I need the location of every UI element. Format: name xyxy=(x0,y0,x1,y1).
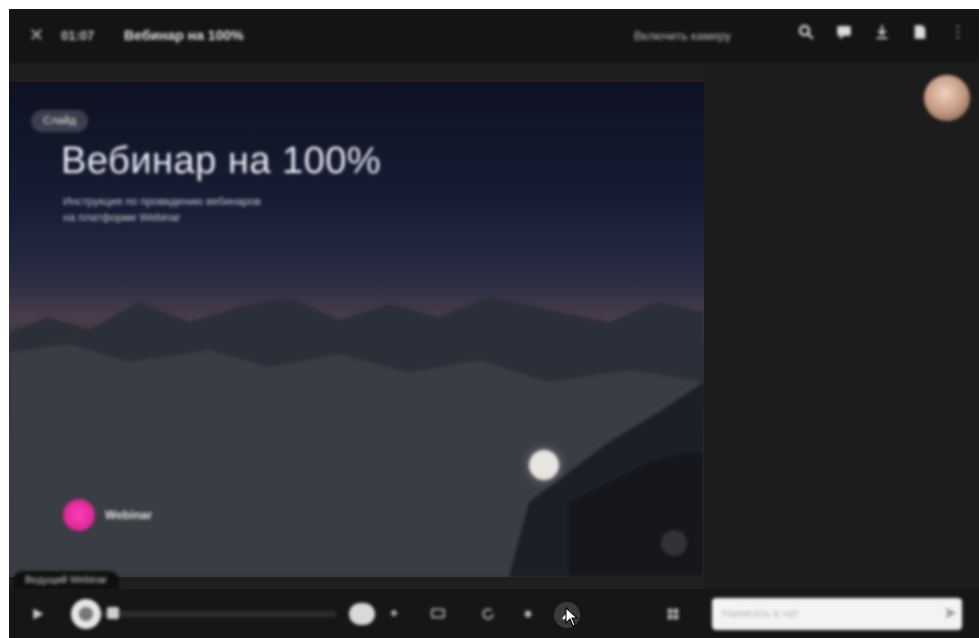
grid-icon[interactable] xyxy=(664,605,682,623)
download-icon[interactable] xyxy=(873,23,891,41)
enable-camera-button[interactable]: Включить камеру xyxy=(634,29,731,43)
top-icons xyxy=(797,23,967,41)
screen-share-icon[interactable] xyxy=(429,605,447,623)
slide-subtitle-line-2: на платформе Webinar xyxy=(63,212,181,224)
camera-icon[interactable] xyxy=(107,607,119,619)
refresh-icon[interactable] xyxy=(479,605,497,623)
slide-headline: Вебинар на 100% xyxy=(61,140,382,182)
speaker-name-tag: Ведущий Webinar xyxy=(13,571,120,590)
play-icon[interactable] xyxy=(29,605,47,623)
webinar-app: ✕ 01:07 Вебинар на 100% Включить камеру xyxy=(9,9,979,638)
brand-logo-icon xyxy=(63,499,95,531)
brand-name: Webinar xyxy=(105,508,153,522)
more-vertical-icon[interactable] xyxy=(949,23,967,41)
volume-toggle[interactable] xyxy=(349,603,375,625)
settings-icon[interactable] xyxy=(519,605,537,623)
send-icon[interactable] xyxy=(944,606,958,620)
microphone-toggle[interactable] xyxy=(71,599,101,629)
webinar-title: Вебинар на 100% xyxy=(124,27,244,43)
presenter-avatar[interactable] xyxy=(924,75,970,121)
brand-block: Webinar xyxy=(63,499,152,531)
chat-icon[interactable] xyxy=(835,23,853,41)
playback-progress-bar[interactable] xyxy=(97,611,337,617)
slide-pill: Слайд xyxy=(31,110,89,132)
participants-panel xyxy=(704,63,979,638)
bottom-control-bar xyxy=(9,589,979,638)
document-icon[interactable] xyxy=(911,23,929,41)
slide-subtitle-line-1: Инструкция по проведению вебинаров xyxy=(63,196,261,208)
volume-level-dot xyxy=(391,610,397,616)
close-icon[interactable]: ✕ xyxy=(29,25,44,46)
top-bar: ✕ 01:07 Вебинар на 100% Включить камеру xyxy=(9,9,979,63)
presentation-slide: Слайд Вебинар на 100% Инструкция по пров… xyxy=(9,82,704,577)
microphone-icon xyxy=(79,607,93,621)
mouse-cursor-icon xyxy=(565,607,579,627)
chat-input[interactable] xyxy=(712,598,962,630)
search-icon[interactable] xyxy=(797,23,815,41)
slide-subtitle: Инструкция по проведению вебинаров на пл… xyxy=(63,194,363,226)
slide-corner-button[interactable] xyxy=(661,530,687,556)
presenter-pointer xyxy=(529,450,559,480)
elapsed-time: 01:07 xyxy=(61,28,95,43)
